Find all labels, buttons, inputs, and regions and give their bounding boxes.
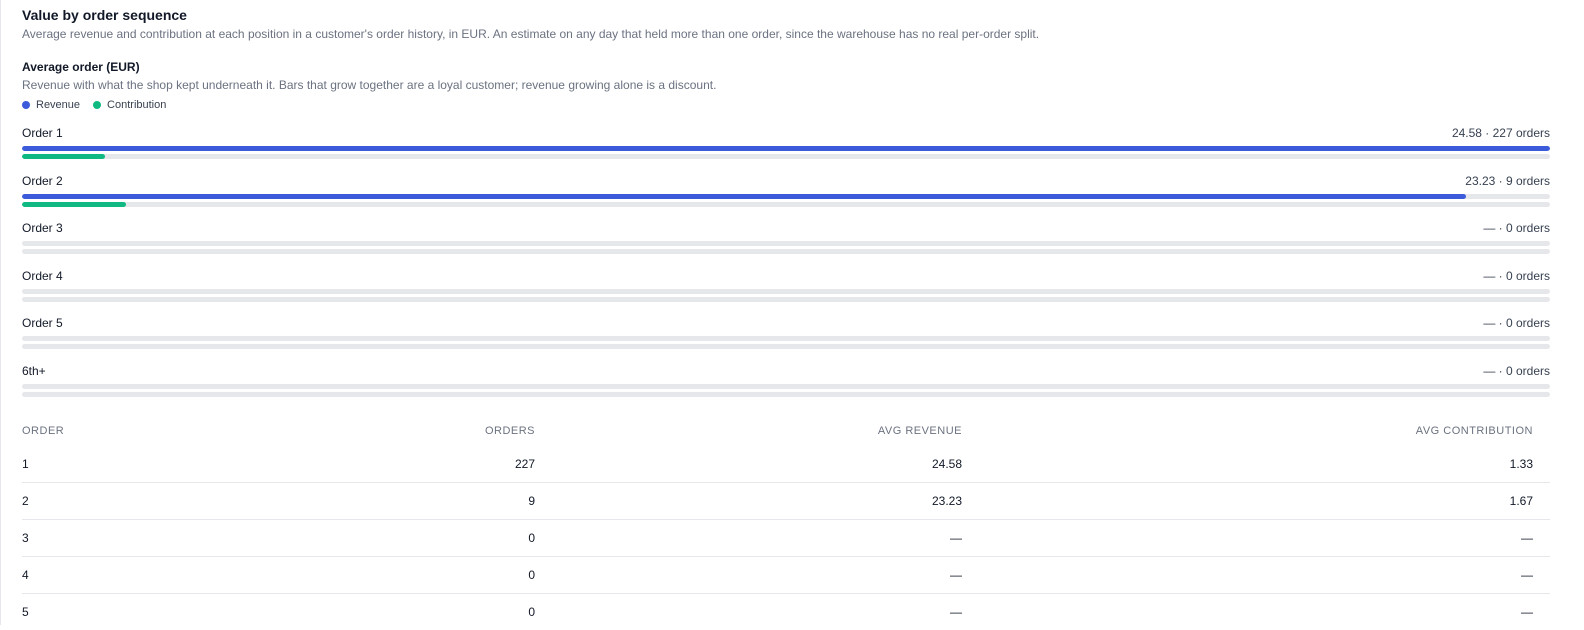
revenue-bar (22, 146, 1550, 151)
bar-value-label: — · 0 orders (1483, 364, 1550, 378)
bar-label: Order 2 (22, 174, 63, 188)
column-header-avg-contribution: AVG CONTRIBUTION (962, 416, 1533, 446)
revenue-bar (22, 194, 1466, 199)
contribution-dot-icon (93, 101, 101, 109)
cell-avg-revenue: — (535, 520, 962, 557)
column-header-orders: ORDERS (222, 416, 535, 446)
bar-row: Order 4 — · 0 orders (22, 268, 1550, 316)
legend-item-revenue: Revenue (22, 99, 80, 111)
cell-order: 2 (22, 483, 222, 520)
cell-avg-contribution: — (962, 520, 1533, 557)
bar-value-label: 23.23 · 9 orders (1465, 174, 1550, 188)
contribution-track (22, 202, 1550, 207)
revenue-track (22, 289, 1550, 294)
bar-label: 6th+ (22, 364, 46, 378)
page: Value by order sequence Average revenue … (0, 0, 1584, 625)
cell-order: 4 (22, 557, 222, 594)
bar-label: Order 1 (22, 126, 63, 140)
contribution-track (22, 297, 1550, 302)
chart-legend: Revenue Contribution (22, 99, 179, 111)
table-body: 122724.581.332923.231.6730——40——50—— (22, 446, 1550, 630)
revenue-track (22, 194, 1550, 199)
order-sequence-table: ORDER ORDERS AVG REVENUE AVG CONTRIBUTIO… (22, 416, 1550, 630)
legend-item-contribution: Contribution (93, 99, 166, 111)
cell-orders: 9 (222, 483, 535, 520)
contribution-track (22, 344, 1550, 349)
cell-order: 3 (22, 520, 222, 557)
cell-orders: 0 (222, 520, 535, 557)
bar-label: Order 5 (22, 316, 63, 330)
cell-orders: 227 (222, 446, 535, 483)
bar-value-label: 24.58 · 227 orders (1452, 126, 1550, 140)
legend-label-revenue: Revenue (36, 99, 80, 111)
contribution-track (22, 392, 1550, 397)
revenue-track (22, 384, 1550, 389)
revenue-track (22, 241, 1550, 246)
cell-avg-revenue: — (535, 557, 962, 594)
bar-row: Order 1 24.58 · 227 orders (22, 125, 1550, 173)
cell-avg-contribution: — (962, 557, 1533, 594)
bar-label: Order 3 (22, 221, 63, 235)
bar-value-label: — · 0 orders (1483, 269, 1550, 283)
contribution-track (22, 249, 1550, 254)
column-header-order: ORDER (22, 416, 222, 446)
revenue-track (22, 146, 1550, 151)
bar-row: Order 5 — · 0 orders (22, 315, 1550, 363)
chart-subtitle: Revenue with what the shop kept undernea… (22, 78, 716, 92)
bar-row: Order 2 23.23 · 9 orders (22, 173, 1550, 221)
chart-title: Average order (EUR) (22, 60, 140, 74)
bar-label: Order 4 (22, 269, 63, 283)
cell-avg-contribution: 1.33 (962, 446, 1533, 483)
table-row: 40—— (22, 557, 1550, 594)
section-title: Value by order sequence (22, 7, 187, 23)
column-header-avg-revenue: AVG REVENUE (535, 416, 962, 446)
cell-avg-contribution: 1.67 (962, 483, 1533, 520)
table-row: 122724.581.33 (22, 446, 1550, 483)
table-header-row: ORDER ORDERS AVG REVENUE AVG CONTRIBUTIO… (22, 416, 1550, 446)
cell-orders: 0 (222, 557, 535, 594)
revenue-track (22, 336, 1550, 341)
contribution-bar (22, 202, 126, 207)
revenue-dot-icon (22, 101, 30, 109)
bar-row: 6th+ — · 0 orders (22, 363, 1550, 411)
bar-value-label: — · 0 orders (1483, 316, 1550, 330)
contribution-bar (22, 154, 105, 159)
table-row: 30—— (22, 520, 1550, 557)
bar-value-label: — · 0 orders (1483, 221, 1550, 235)
cell-avg-revenue: 24.58 (535, 446, 962, 483)
section-description: Average revenue and contribution at each… (22, 27, 1039, 41)
table-row: 2923.231.67 (22, 483, 1550, 520)
cell-avg-revenue: 23.23 (535, 483, 962, 520)
bar-row: Order 3 — · 0 orders (22, 220, 1550, 268)
bar-chart: Order 1 24.58 · 227 orders Order 2 23.23 · … (22, 125, 1550, 410)
legend-label-contribution: Contribution (107, 99, 166, 111)
contribution-track (22, 154, 1550, 159)
cell-order: 1 (22, 446, 222, 483)
